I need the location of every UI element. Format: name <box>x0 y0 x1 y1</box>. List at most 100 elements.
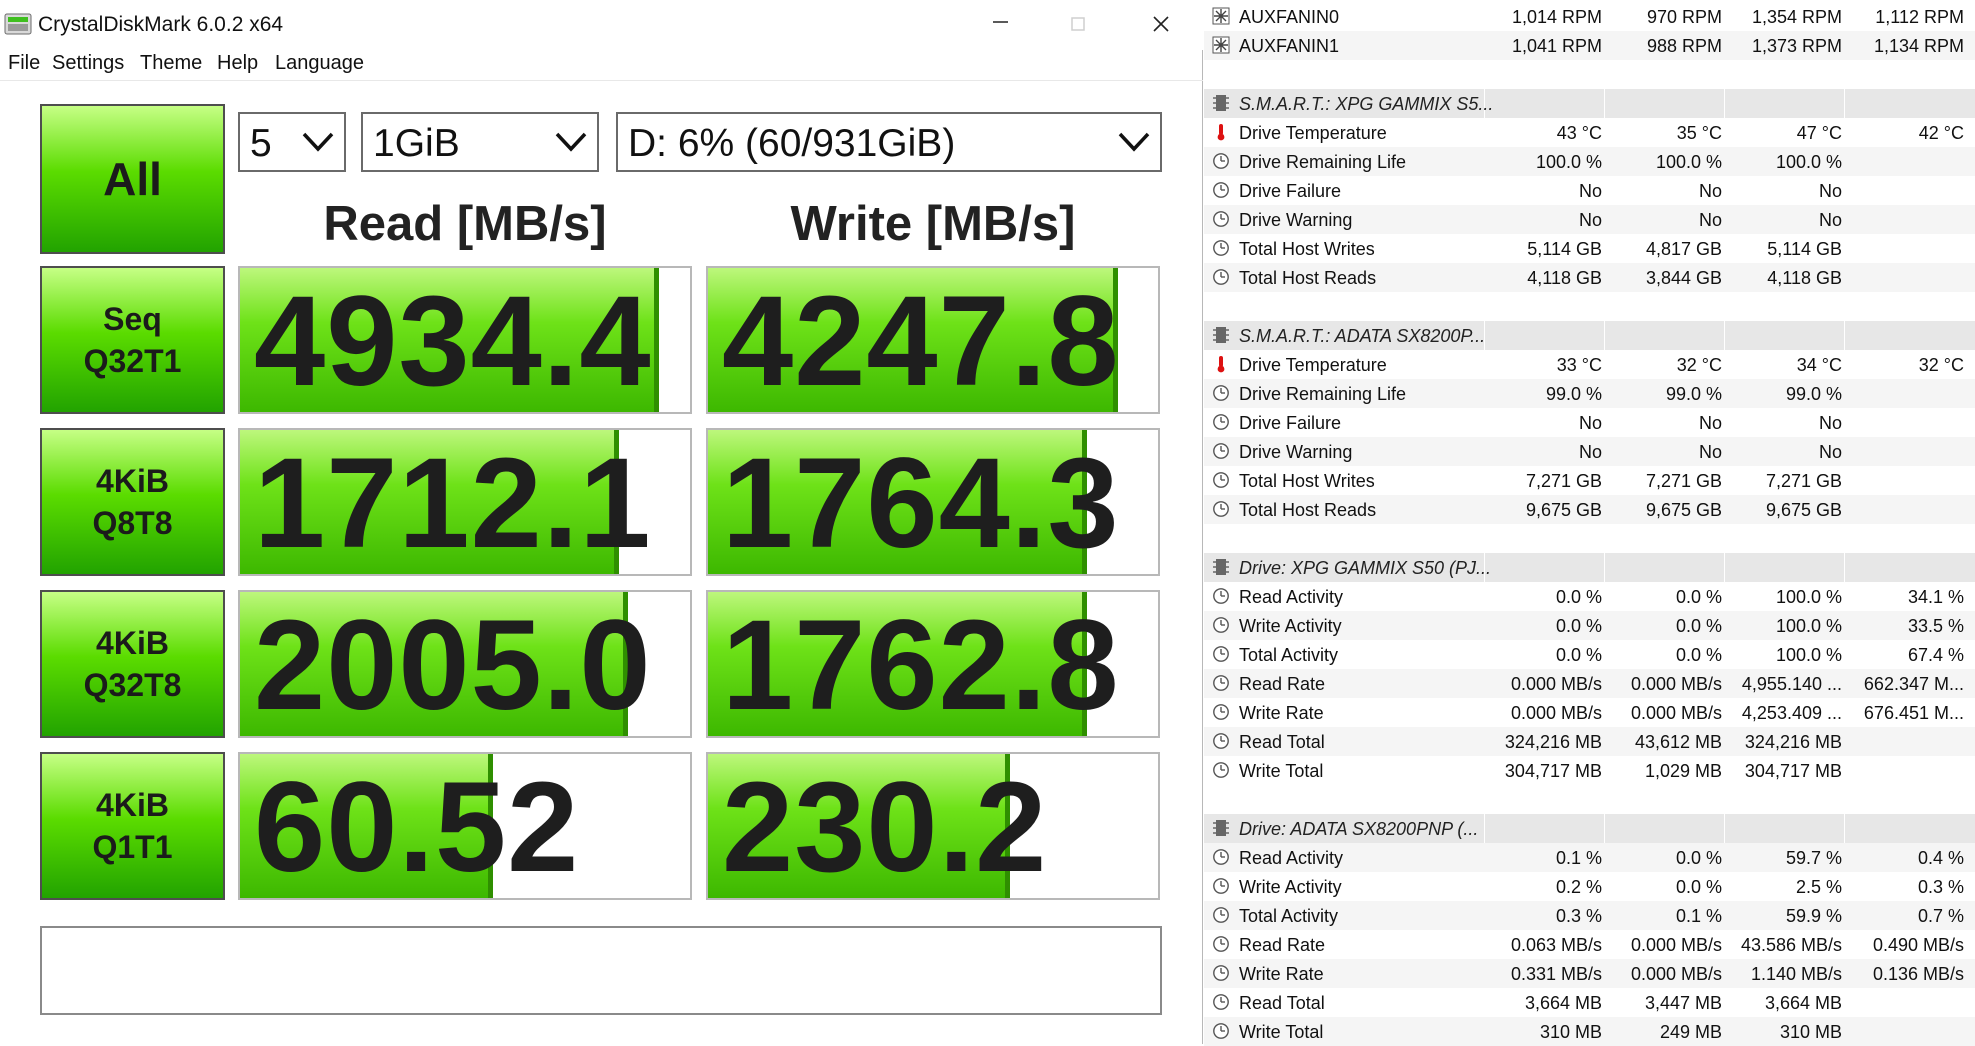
clock-gauge-icon <box>1212 413 1230 431</box>
sensor-name: Write Rate <box>1239 964 1324 984</box>
sensor-row[interactable]: Read Total 324,216 MB 43,612 MB 324,216 MB <box>1204 727 1975 756</box>
sensor-maximum: 47 °C <box>1796 123 1842 143</box>
sensor-group-header[interactable]: Drive: ADATA SX8200PNP (... <box>1204 814 1975 843</box>
thermometer-icon <box>1212 123 1230 141</box>
sensor-maximum: 34 °C <box>1796 355 1842 375</box>
sensor-minimum: 988 RPM <box>1646 36 1722 56</box>
sensor-row[interactable]: Read Rate 0.000 MB/s 0.000 MB/s 4,955.140 .… <box>1204 669 1975 698</box>
sensor-minimum: 249 MB <box>1659 1022 1722 1042</box>
test-size-select[interactable]: 1GiB <box>361 112 599 172</box>
sensor-row[interactable]: Read Activity 0.1 % 0.0 % 59.7 % 0.4 % <box>1204 843 1975 872</box>
sensor-row[interactable]: AUXFANIN1 1,041 RPM 988 RPM 1,373 RPM 1,134 … <box>1204 31 1975 60</box>
column-divider <box>1724 321 1725 350</box>
sensor-current: 0.0 % <box>1555 616 1602 636</box>
title-bar[interactable]: CrystalDiskMark 6.0.2 x64 <box>0 0 1203 50</box>
sensor-current: 1,041 RPM <box>1511 36 1602 56</box>
sensor-row[interactable]: Write Activity 0.0 % 0.0 % 100.0 % 33.5 % <box>1204 611 1975 640</box>
sensor-row[interactable]: Total Host Writes 5,114 GB 4,817 GB 5,114 G… <box>1204 234 1975 263</box>
hwinfo-sensor-panel[interactable]: AUXFANIN0 1,014 RPM 970 RPM 1,354 RPM 1,112 … <box>1204 0 1975 1046</box>
test-label-line1: Seq <box>103 301 162 337</box>
sensor-row[interactable]: Drive Temperature 43 °C 35 °C 47 °C 42 °C <box>1204 118 1975 147</box>
sensor-name: Drive Failure <box>1239 413 1342 433</box>
maximize-button[interactable] <box>1038 0 1118 50</box>
sensor-row[interactable]: Write Rate 0.000 MB/s 0.000 MB/s 4,253.409 … <box>1204 698 1975 727</box>
sensor-row[interactable]: Drive Remaining Life 100.0 % 100.0 % 100.0 … <box>1204 147 1975 176</box>
sensor-maximum: 4,118 GB <box>1767 268 1842 288</box>
sensor-row[interactable]: Read Rate 0.063 MB/s 0.000 MB/s 43.586 MB/s… <box>1204 930 1975 959</box>
menu-file[interactable]: File <box>8 52 40 75</box>
sensor-row[interactable]: Drive Failure No No No <box>1204 408 1975 437</box>
sensor-row[interactable]: Total Host Reads 9,675 GB 9,675 GB 9,675 GB <box>1204 495 1975 524</box>
test-count-select[interactable]: 5 <box>238 112 346 172</box>
sensor-spacer-row <box>1204 60 1975 89</box>
minimize-button[interactable] <box>958 0 1038 50</box>
run-all-button[interactable]: All <box>40 104 225 254</box>
sensor-row[interactable]: Drive Remaining Life 99.0 % 99.0 % 99.0 % <box>1204 379 1975 408</box>
sensor-maximum: No <box>1818 413 1842 433</box>
thermometer-icon <box>1212 355 1230 373</box>
sensor-current: 324,216 MB <box>1504 732 1602 752</box>
sensor-current: 0.1 % <box>1555 848 1602 868</box>
menu-settings[interactable]: Settings <box>52 52 124 75</box>
sensor-name: Read Total <box>1239 732 1325 752</box>
comment-input[interactable] <box>40 926 1162 1015</box>
sensor-minimum: 0.1 % <box>1675 906 1722 926</box>
sensor-row[interactable]: Read Activity 0.0 % 0.0 % 100.0 % 34.1 % <box>1204 582 1975 611</box>
clock-gauge-icon <box>1212 471 1230 489</box>
clock-gauge-icon <box>1212 587 1230 605</box>
sensor-minimum: 0.000 MB/s <box>1630 964 1722 984</box>
sensor-row[interactable]: Write Rate 0.331 MB/s 0.000 MB/s 1.140 MB/s… <box>1204 959 1975 988</box>
menu-theme[interactable]: Theme <box>140 52 202 75</box>
sensor-average: 33.5 % <box>1907 616 1964 636</box>
sensor-minimum: 0.0 % <box>1675 848 1722 868</box>
clock-gauge-icon <box>1212 500 1230 518</box>
sensor-group-header[interactable]: S.M.A.R.T.: ADATA SX8200P... <box>1204 321 1975 350</box>
drive-chip-icon <box>1212 819 1230 837</box>
close-button[interactable] <box>1120 0 1200 50</box>
sensor-maximum: 100.0 % <box>1775 152 1842 172</box>
sensor-name: Drive Remaining Life <box>1239 384 1407 404</box>
crystaldiskmark-window: CrystalDiskMark 6.0.2 x64 File Settings … <box>0 0 1203 1044</box>
maximize-icon <box>1071 17 1085 31</box>
sensor-row[interactable]: Total Activity 0.0 % 0.0 % 100.0 % 67.4 % <box>1204 640 1975 669</box>
sensor-row[interactable]: Total Host Writes 7,271 GB 7,271 GB 7,271 G… <box>1204 466 1975 495</box>
sensor-current: 310 MB <box>1539 1022 1602 1042</box>
sensor-maximum: 59.9 % <box>1785 906 1842 926</box>
menu-help[interactable]: Help <box>217 52 258 75</box>
clock-gauge-icon <box>1212 210 1230 228</box>
sensor-row[interactable]: Drive Warning No No No <box>1204 205 1975 234</box>
sensor-maximum: 59.7 % <box>1785 848 1842 868</box>
sensor-row[interactable]: Total Host Reads 4,118 GB 3,844 GB 4,118 GB <box>1204 263 1975 292</box>
drive-select[interactable]: D: 6% (60/931GiB) <box>616 112 1162 172</box>
sensor-maximum: 304,717 MB <box>1744 761 1842 781</box>
test-label-line2: Q32T8 <box>83 667 182 703</box>
sensor-group-header[interactable]: S.M.A.R.T.: XPG GAMMIX S5... <box>1204 89 1975 118</box>
column-divider <box>1844 553 1845 582</box>
4kib-q1t1-test-button[interactable]: 4KiB Q1T1 <box>40 752 225 900</box>
4kib-q32t8-test-button[interactable]: 4KiB Q32T8 <box>40 590 225 738</box>
sensor-row[interactable]: Drive Temperature 33 °C 32 °C 34 °C 32 °C <box>1204 350 1975 379</box>
sensor-row[interactable]: Write Total 310 MB 249 MB 310 MB <box>1204 1017 1975 1046</box>
clock-gauge-icon <box>1212 616 1230 634</box>
test-label-line1: 4KiB <box>96 463 169 499</box>
clock-gauge-icon <box>1212 645 1230 663</box>
window-title: CrystalDiskMark 6.0.2 x64 <box>38 13 284 36</box>
sensor-group-header[interactable]: Drive: XPG GAMMIX S50 (PJ... <box>1204 553 1975 582</box>
sensor-row[interactable]: Read Total 3,664 MB 3,447 MB 3,664 MB <box>1204 988 1975 1017</box>
sensor-row[interactable]: Drive Warning No No No <box>1204 437 1975 466</box>
4kib-q8t8-test-button[interactable]: 4KiB Q8T8 <box>40 428 225 576</box>
menu-language[interactable]: Language <box>275 52 364 75</box>
sensor-name: Read Rate <box>1239 674 1326 694</box>
sensor-current: 33 °C <box>1556 355 1602 375</box>
sensor-row[interactable]: AUXFANIN0 1,014 RPM 970 RPM 1,354 RPM 1,112 … <box>1204 2 1975 31</box>
sensor-row[interactable]: Drive Failure No No No <box>1204 176 1975 205</box>
sensor-minimum: No <box>1698 442 1722 462</box>
clock-gauge-icon <box>1212 732 1230 750</box>
sensor-row[interactable]: Total Activity 0.3 % 0.1 % 59.9 % 0.7 % <box>1204 901 1975 930</box>
sensor-maximum: 7,271 GB <box>1765 471 1842 491</box>
sensor-average: 0.4 % <box>1917 848 1964 868</box>
seq-q32t1-test-button[interactable]: Seq Q32T1 <box>40 266 225 414</box>
sensor-name: Write Total <box>1239 761 1324 781</box>
sensor-row[interactable]: Write Activity 0.2 % 0.0 % 2.5 % 0.3 % <box>1204 872 1975 901</box>
sensor-row[interactable]: Write Total 304,717 MB 1,029 MB 304,717 MB <box>1204 756 1975 785</box>
